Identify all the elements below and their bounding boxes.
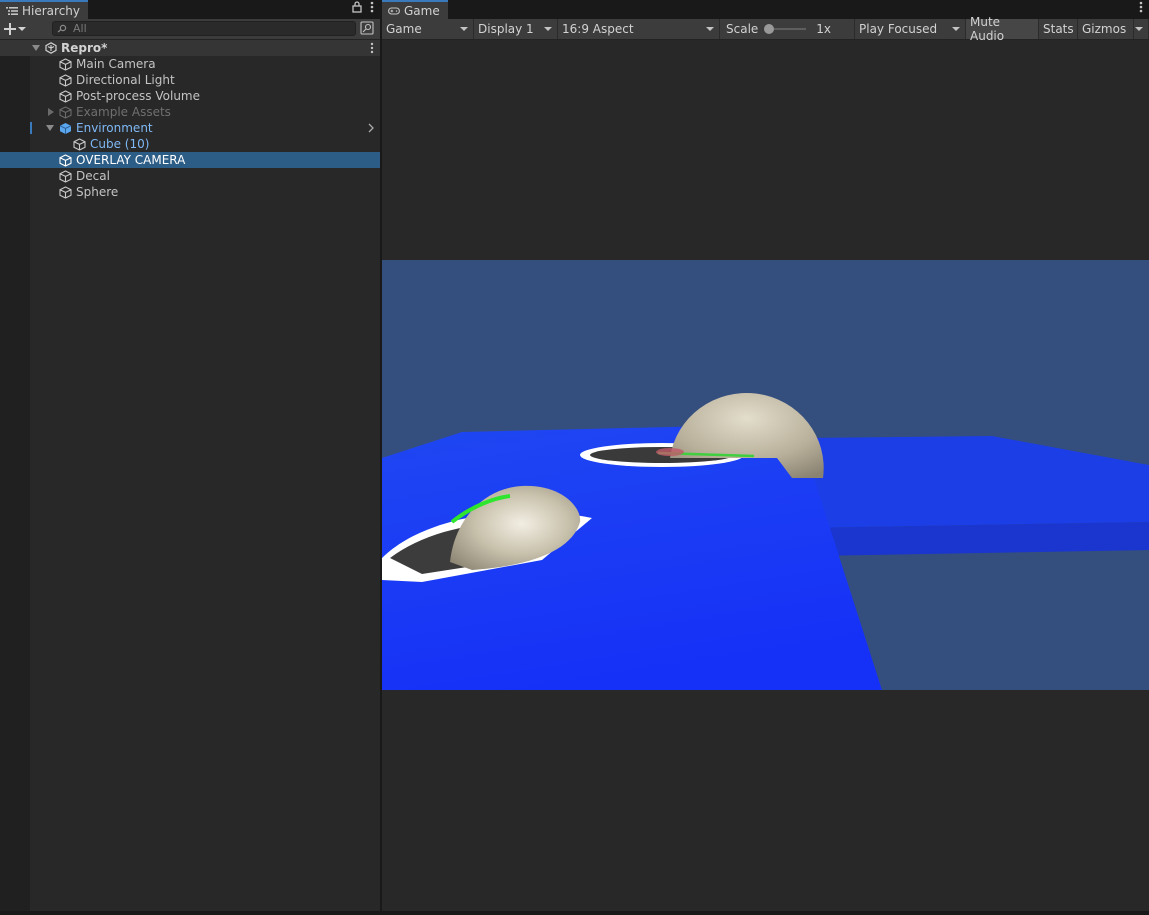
hierarchy-list-icon [6,6,18,15]
chevron-down-icon [1135,27,1143,31]
search-placeholder: All [73,22,87,35]
kebab-menu-icon[interactable] [370,1,374,13]
tab-game-label: Game [404,3,440,18]
list-item-overlay-camera[interactable]: OVERLAY CAMERA [0,152,380,168]
play-mode-value: Play Focused [859,22,938,36]
display-dropdown[interactable]: Display 1 [474,19,558,39]
plus-icon [4,23,16,35]
item-label: Example Assets [76,105,171,119]
item-label: Directional Light [76,73,175,87]
scale-value: 1x [816,22,832,36]
scale-control: Scale 1x [720,19,855,39]
scene-menu-icon[interactable] [370,42,374,54]
hierarchy-toolbar: All [0,19,380,40]
scene-name: Repro* [61,41,108,55]
game-viewport[interactable] [382,260,1149,690]
scale-label: Scale [726,22,759,36]
scale-slider-thumb[interactable] [764,24,775,34]
expand-arrow-icon[interactable] [48,108,54,116]
item-label: Main Camera [76,57,156,71]
gameobject-cube-icon [73,137,86,151]
expand-arrow-icon[interactable] [32,45,40,51]
item-label: Post-process Volume [76,89,200,103]
gizmos-button[interactable]: Gizmos [1078,19,1134,39]
kebab-menu-icon[interactable] [1139,1,1143,13]
game-toolbar: Game Display 1 16:9 Aspect Scale 1x Play… [382,15,1149,43]
list-item-post-process-volume[interactable]: Post-process Volume [0,88,380,104]
gamepad-icon [388,6,400,15]
list-item-cube-10[interactable]: Cube (10) [0,136,380,152]
item-label: Sphere [76,185,119,199]
scene-row[interactable]: Repro* [0,40,380,56]
tab-hierarchy[interactable]: Hierarchy [0,0,89,19]
view-mode-dropdown[interactable]: Game [382,19,474,39]
tab-game[interactable]: Game [382,0,448,19]
scene-render [382,260,1149,690]
gameobject-cube-icon [59,73,72,87]
chevron-right-icon[interactable] [368,123,374,133]
gameobject-cube-icon [59,185,72,199]
hierarchy-tab-bar: Hierarchy [0,0,380,19]
chevron-down-icon [706,27,714,31]
item-label: Cube (10) [90,137,150,151]
unity-scene-icon [45,42,57,54]
mute-audio-button[interactable]: Mute Audio [966,15,1039,43]
search-input[interactable]: All [52,21,356,36]
search-icon [57,24,67,33]
list-item-main-camera[interactable]: Main Camera [0,56,380,72]
chevron-down-icon [460,27,468,31]
tab-hierarchy-label: Hierarchy [22,3,81,18]
list-item-environment[interactable]: Environment [0,120,380,136]
scene-search-icon[interactable] [360,21,374,35]
play-mode-dropdown[interactable]: Play Focused [855,19,966,39]
gameobject-cube-icon [59,57,72,71]
list-item-decal[interactable]: Decal [0,168,380,184]
item-label: Decal [76,169,110,183]
gameobject-cube-icon [59,89,72,103]
chevron-down-icon [952,27,960,31]
prefab-override-marker [30,122,32,134]
chevron-down-icon [18,27,26,31]
gameobject-cube-icon [59,105,72,119]
aspect-dropdown[interactable]: 16:9 Aspect [558,19,720,39]
item-label: Environment [76,121,153,135]
hierarchy-panel: Hierarchy All Repro* Main Camera Directi… [0,0,380,911]
expand-arrow-icon[interactable] [46,125,54,131]
gizmo-axis-red [656,448,684,456]
game-panel: Game Game Display 1 16:9 Aspect Scale 1x… [382,0,1149,911]
list-item-example-assets[interactable]: Example Assets [0,104,380,120]
create-button[interactable] [4,20,32,38]
aspect-value: 16:9 Aspect [562,22,634,36]
item-label: OVERLAY CAMERA [76,153,186,167]
list-item-directional-light[interactable]: Directional Light [0,72,380,88]
gizmos-dropdown[interactable] [1134,19,1149,39]
view-mode-value: Game [386,22,422,36]
list-item-sphere[interactable]: Sphere [0,184,380,200]
gameobject-cube-icon [59,169,72,183]
chevron-down-icon [544,27,552,31]
lock-icon[interactable] [352,1,362,13]
scale-slider[interactable] [764,23,807,35]
display-value: Display 1 [478,22,534,36]
prefab-cube-icon [59,122,72,134]
stats-button[interactable]: Stats [1039,19,1078,39]
gameobject-cube-icon [59,153,72,167]
